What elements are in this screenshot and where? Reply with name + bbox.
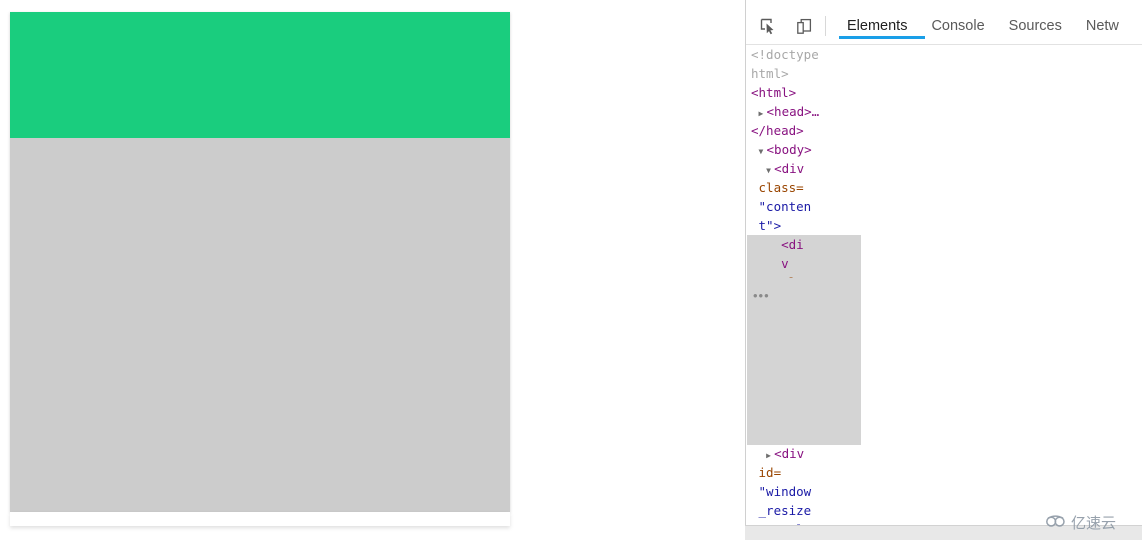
main-div[interactable]: [10, 12, 510, 138]
dom-tree-line[interactable]: <!doctype: [747, 45, 861, 64]
active-tab-indicator: [839, 36, 925, 39]
dom-tree-line[interactable]: id=: [747, 463, 861, 482]
dom-tree-line[interactable]: class=: [747, 178, 861, 197]
dom-token: _resize: [758, 503, 812, 518]
devtools-panel: Elements Console Sources Netw <!doctype h…: [745, 0, 1142, 540]
dom-token: <div: [774, 161, 805, 176]
dom-tree-line[interactable]: <html>: [747, 83, 861, 102]
dom-token: html>: [751, 66, 789, 81]
dom-tree-line[interactable]: ▶ <head>…: [747, 102, 861, 121]
dom-token: t">: [758, 218, 782, 233]
dom-token: "window: [758, 484, 812, 499]
dom-token: <body>: [766, 142, 812, 157]
dom-tree-panel[interactable]: <!doctype html> <html> ▶ <head>… </head> ▼ <b…: [747, 45, 861, 525]
dom-tree-line[interactable]: </head>: [747, 121, 861, 140]
rendered-page-frame: [10, 12, 510, 512]
tab-network[interactable]: Netw: [1074, 8, 1131, 44]
toolbar-divider: [825, 16, 826, 36]
dom-token: <di: [781, 237, 804, 252]
browser-viewport: [0, 0, 745, 540]
dom-tree-line[interactable]: <di: [747, 235, 861, 254]
watermark: 亿速云: [1045, 512, 1116, 533]
dom-token: <head>…: [766, 104, 820, 119]
dom-token: <!doctype: [751, 47, 819, 62]
tab-console[interactable]: Console: [919, 8, 996, 44]
dom-tree-line[interactable]: "window: [747, 482, 861, 501]
device-toolbar-icon[interactable]: [790, 13, 818, 39]
collapsed-children-ellipsis[interactable]: •••: [753, 286, 770, 305]
dom-tree-line[interactable]: "conten: [747, 197, 861, 216]
tab-sources[interactable]: Sources: [997, 8, 1074, 44]
content-div[interactable]: [10, 12, 510, 512]
dom-token: v: [781, 256, 789, 271]
devtools-toolbar: Elements Console Sources Netw: [746, 8, 1142, 44]
dom-tree-line[interactable]: ▶ <div: [747, 444, 861, 463]
dom-tree-line[interactable]: t">: [747, 216, 861, 235]
viewport-bottom-edge: [10, 512, 510, 526]
dom-token: class=: [758, 180, 804, 195]
dom-tree-line[interactable]: html>: [747, 64, 861, 83]
dom-tree-line[interactable]: ▼ <div: [747, 159, 861, 178]
dom-tree-line[interactable]: v: [747, 254, 861, 273]
dom-tree-line[interactable]: _resize: [747, 501, 861, 520]
inspect-element-icon[interactable]: [754, 13, 782, 39]
dom-token: id=: [758, 465, 782, 480]
watermark-text: 亿速云: [1071, 514, 1117, 532]
dom-token: "conten: [758, 199, 812, 214]
cloud-icon: [1045, 514, 1067, 532]
dom-token: <div: [774, 446, 805, 461]
dom-token: <html>: [751, 85, 797, 100]
dom-token: </head>: [751, 123, 804, 138]
dom-tree-line[interactable]: ▼ <body>: [747, 140, 861, 159]
